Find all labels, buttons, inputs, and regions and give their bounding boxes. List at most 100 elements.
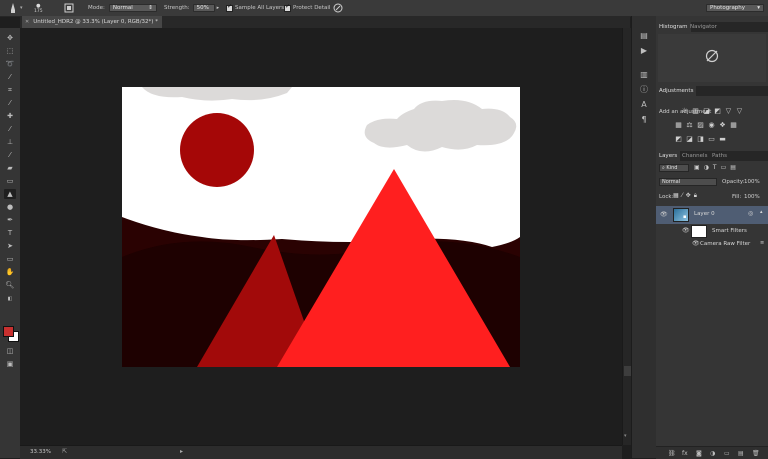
gradient-map-icon[interactable]: ▬ [718, 135, 727, 143]
actions-icon[interactable]: ▶ [638, 45, 650, 57]
curves-icon[interactable]: ◪ [702, 107, 711, 115]
layer-row-smart-filters[interactable]: 👁︎ Smart Filters [656, 224, 768, 238]
share-icon[interactable]: ⇱ [62, 448, 67, 455]
mode-select[interactable]: Normal ⇕ [108, 4, 157, 12]
move-tool-icon[interactable]: ✥ [4, 33, 16, 43]
crop-tool-icon[interactable]: ⌗ [4, 85, 16, 95]
posterize-icon[interactable]: ◪ [685, 135, 694, 143]
sample-all-layers-checkbox[interactable]: Sample All Layers [226, 0, 284, 16]
color-lookup-icon[interactable]: ▦ [729, 121, 738, 129]
path-select-tool-icon[interactable]: ➤ [4, 241, 16, 251]
filter-mask-thumbnail[interactable] [691, 225, 707, 238]
zoom-level[interactable]: 33.33% [30, 449, 51, 455]
fill-value[interactable]: 100% [744, 194, 760, 200]
screen-mode-icon[interactable]: ▣ [4, 359, 16, 369]
brush-panel-button[interactable] [64, 0, 74, 16]
expand-arrow-icon[interactable]: ▴ [760, 209, 763, 215]
zoom-tool-icon[interactable]: 🔍︎ [4, 280, 16, 290]
levels-icon[interactable]: ▥ [691, 107, 700, 115]
tab-layers[interactable]: Layers [656, 151, 681, 161]
fill-label: Fill: [732, 194, 742, 200]
chevron-down-icon: ▾ [757, 5, 760, 11]
layer-filter-select[interactable]: ⌕ Kind [659, 164, 689, 172]
trash-icon[interactable]: 🗑︎ [752, 450, 760, 457]
hand-tool-icon[interactable]: ✋ [4, 267, 16, 277]
paragraph-icon[interactable]: ¶ [638, 114, 650, 126]
character-icon[interactable]: A [638, 99, 650, 111]
document-tab[interactable]: ✕ Untitled_HDR2 @ 33.3% (Layer 0, RGB/32… [22, 16, 162, 28]
history-brush-tool-icon[interactable]: ⁄ [4, 150, 16, 160]
smart-filter-badge-icon[interactable]: ◎ [748, 210, 753, 217]
pen-tool-icon[interactable]: ✒ [4, 215, 16, 225]
eyedropper-tool-icon[interactable]: ⁄ [4, 98, 16, 108]
hue-saturation-icon[interactable]: ▦ [674, 121, 683, 129]
clone-stamp-tool-icon[interactable]: ⊥ [4, 137, 16, 147]
link-layers-icon[interactable]: ⛓︎ [668, 450, 676, 457]
properties-icon[interactable]: ▥ [638, 69, 650, 81]
selective-color-icon[interactable]: ▭ [707, 135, 716, 143]
gradient-tool-icon[interactable]: ▭ [4, 176, 16, 186]
history-icon[interactable]: ▤ [638, 30, 650, 42]
blend-mode-select[interactable]: Normal [659, 178, 717, 186]
add-mask-icon[interactable]: ◙ [696, 450, 702, 457]
vibrance-triangle-icon[interactable]: ▽ [735, 107, 744, 115]
tab-channels[interactable]: Channels [679, 151, 710, 161]
new-layer-icon[interactable]: ▤ [738, 450, 744, 457]
healing-brush-tool-icon[interactable]: ✚ [4, 111, 16, 121]
channel-mixer-icon[interactable]: ❖ [718, 121, 727, 129]
close-icon[interactable]: ✕ [25, 19, 29, 25]
brush-tool-icon[interactable]: ⁄ [4, 124, 16, 134]
type-tool-icon[interactable]: T [4, 228, 16, 238]
brush-size-picker[interactable]: ● 175 [34, 0, 43, 16]
default-colors-icon[interactable]: ◧ [4, 294, 16, 304]
adjustment-layer-icon[interactable]: ◑ [710, 450, 715, 457]
foreground-color-swatch[interactable] [3, 326, 14, 337]
tab-navigator[interactable]: Navigator [687, 22, 720, 32]
brightness-icon[interactable]: ☼ [680, 107, 689, 115]
threshold-icon[interactable]: ◨ [696, 135, 705, 143]
new-group-icon[interactable]: ▭ [724, 450, 730, 457]
opacity-value[interactable]: 100% [744, 179, 760, 185]
lasso-tool-icon[interactable]: ➰ [4, 59, 16, 69]
visibility-eye-icon[interactable]: 👁︎ [692, 240, 700, 247]
scroll-thumb[interactable] [624, 366, 631, 376]
status-menu-arrow-icon[interactable]: ▸ [180, 448, 183, 455]
protect-detail-checkbox[interactable]: Protect Detail [284, 0, 330, 16]
color-balance-icon[interactable]: ⚖ [685, 121, 694, 129]
tab-histogram[interactable]: Histogram [656, 22, 691, 32]
tool-preset-picker[interactable]: ▾ [8, 0, 23, 16]
pressure-button[interactable] [333, 0, 343, 16]
dodge-tool-icon[interactable]: ● [4, 202, 16, 212]
visibility-eye-icon[interactable]: 👁︎ [660, 211, 668, 218]
lock-icons[interactable]: ▦⁄✥🔒︎ [673, 192, 700, 200]
strength-input[interactable]: 50% [192, 4, 215, 12]
black-white-icon[interactable]: ▨ [696, 121, 705, 129]
document-canvas[interactable] [122, 87, 520, 367]
layer-row-layer-0[interactable]: 👁︎ ▪ Layer 0 ◎ ▴ [656, 206, 768, 224]
tab-adjustments[interactable]: Adjustments [656, 86, 697, 96]
strength-dropdown-icon[interactable]: ▸ [217, 5, 220, 11]
invert-icon[interactable]: ◩ [674, 135, 683, 143]
layer-filter-icons[interactable]: ▣◑T▭▤ [694, 164, 740, 171]
quick-mask-icon[interactable]: ◫ [4, 346, 16, 356]
vibrance-icon[interactable]: ▽ [724, 107, 733, 115]
scroll-down-icon[interactable]: ▾ [624, 433, 627, 439]
checkbox-icon [226, 3, 233, 12]
layer-name[interactable]: Layer 0 [694, 211, 715, 217]
smart-filters-label: Smart Filters [712, 228, 747, 234]
tab-paths[interactable]: Paths [709, 151, 730, 161]
layer-row-camera-raw-filter[interactable]: 👁︎ Camera Raw Filter ≡ [656, 238, 768, 250]
smudge-tool-icon[interactable]: ▲ [4, 189, 16, 199]
eraser-tool-icon[interactable]: ▰ [4, 163, 16, 173]
exposure-icon[interactable]: ◩ [713, 107, 722, 115]
filter-options-icon[interactable]: ≡ [760, 240, 764, 246]
info-icon[interactable]: ⓘ [638, 84, 650, 96]
shape-tool-icon[interactable]: ▭ [4, 254, 16, 264]
layer-style-icon[interactable]: fx [682, 450, 688, 457]
marquee-tool-icon[interactable]: ⬚ [4, 46, 16, 56]
adjustments-tabbar: Adjustments [656, 86, 768, 96]
visibility-eye-icon[interactable]: 👁︎ [682, 227, 690, 234]
quick-select-tool-icon[interactable]: ⁄ [4, 72, 16, 82]
workspace-select[interactable]: Photography ▾ [706, 4, 764, 12]
photo-filter-icon[interactable]: ◉ [707, 121, 716, 129]
